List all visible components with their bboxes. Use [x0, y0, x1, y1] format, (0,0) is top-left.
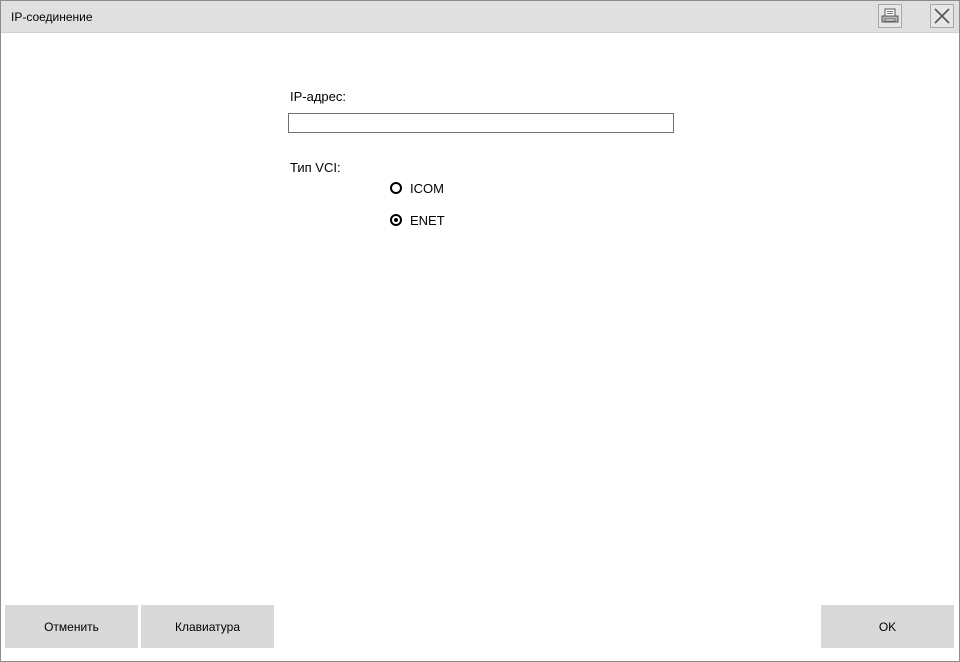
radio-enet-label: ENET	[410, 212, 445, 228]
ip-connection-dialog: IP-соединение IP-адрес: Тип VCI: ICOM EN…	[0, 0, 960, 662]
radio-enet[interactable]: ENET	[390, 212, 445, 228]
cancel-button[interactable]: Отменить	[5, 605, 138, 648]
radio-icom[interactable]: ICOM	[390, 180, 444, 196]
close-icon	[934, 8, 950, 24]
ip-address-label: IP-адрес:	[290, 89, 346, 104]
radio-selected-icon	[390, 214, 402, 226]
printer-icon	[881, 8, 899, 23]
keyboard-button[interactable]: Клавиатура	[141, 605, 274, 648]
ip-address-input[interactable]	[288, 113, 674, 133]
window-title: IP-соединение	[11, 10, 93, 24]
title-bar: IP-соединение	[1, 1, 959, 33]
ok-button[interactable]: OK	[821, 605, 954, 648]
radio-icom-label: ICOM	[410, 180, 444, 196]
vci-type-label: Тип VCI:	[290, 160, 341, 175]
print-button[interactable]	[878, 4, 902, 28]
radio-selected-dot	[394, 218, 398, 222]
close-button[interactable]	[930, 4, 954, 28]
radio-unselected-icon	[390, 182, 402, 194]
